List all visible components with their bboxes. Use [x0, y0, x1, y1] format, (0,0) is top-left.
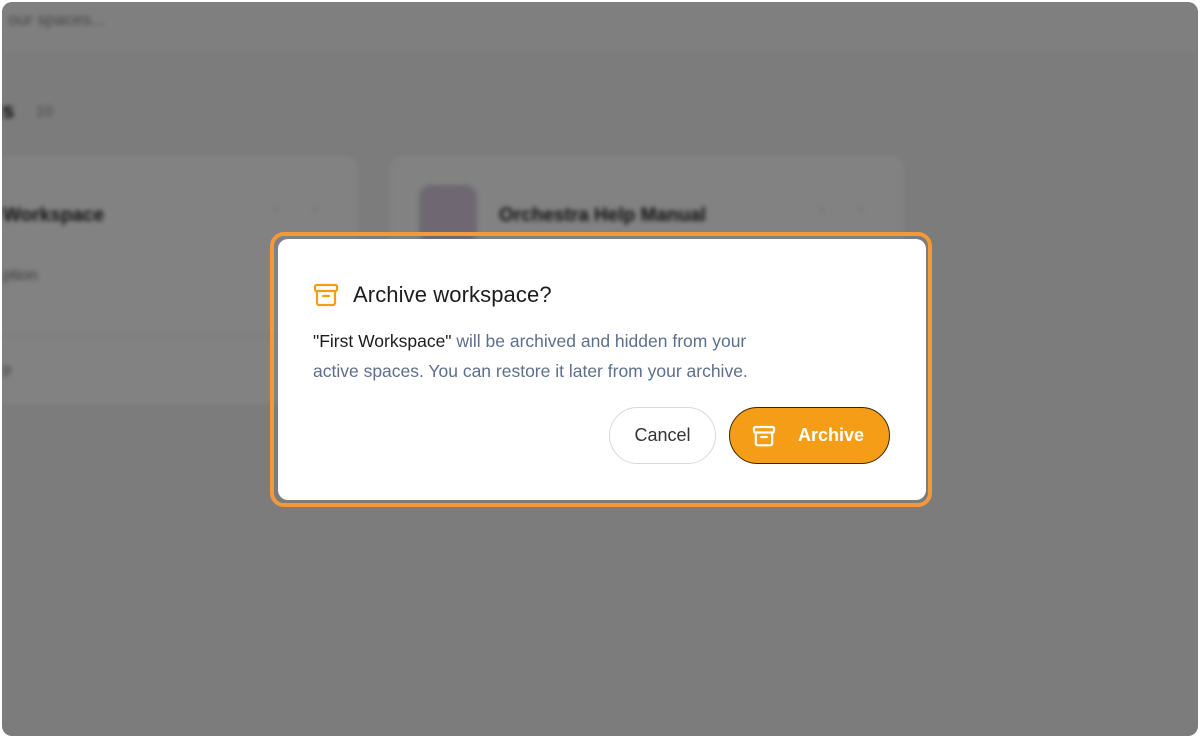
workspace-name: "First Workspace" — [313, 331, 452, 351]
cancel-button-label: Cancel — [634, 425, 691, 445]
archive-workspace-dialog: Archive workspace? "First Workspace" wil… — [278, 239, 926, 500]
archive-button[interactable]: Archive — [729, 407, 890, 464]
dialog-title: Archive workspace? — [353, 282, 552, 307]
dialog-message-line1: will be archived and hidden from your — [451, 331, 747, 351]
dialog-message: "First Workspace" will be archived and h… — [313, 327, 853, 386]
archive-button-label: Archive — [798, 425, 865, 445]
cancel-button[interactable]: Cancel — [609, 407, 716, 464]
archive-box-icon — [752, 425, 776, 447]
dialog-header: Archive workspace? — [313, 282, 552, 308]
dialog-message-line2: active spaces. You can restore it later … — [313, 360, 748, 381]
archive-box-icon — [313, 283, 339, 307]
